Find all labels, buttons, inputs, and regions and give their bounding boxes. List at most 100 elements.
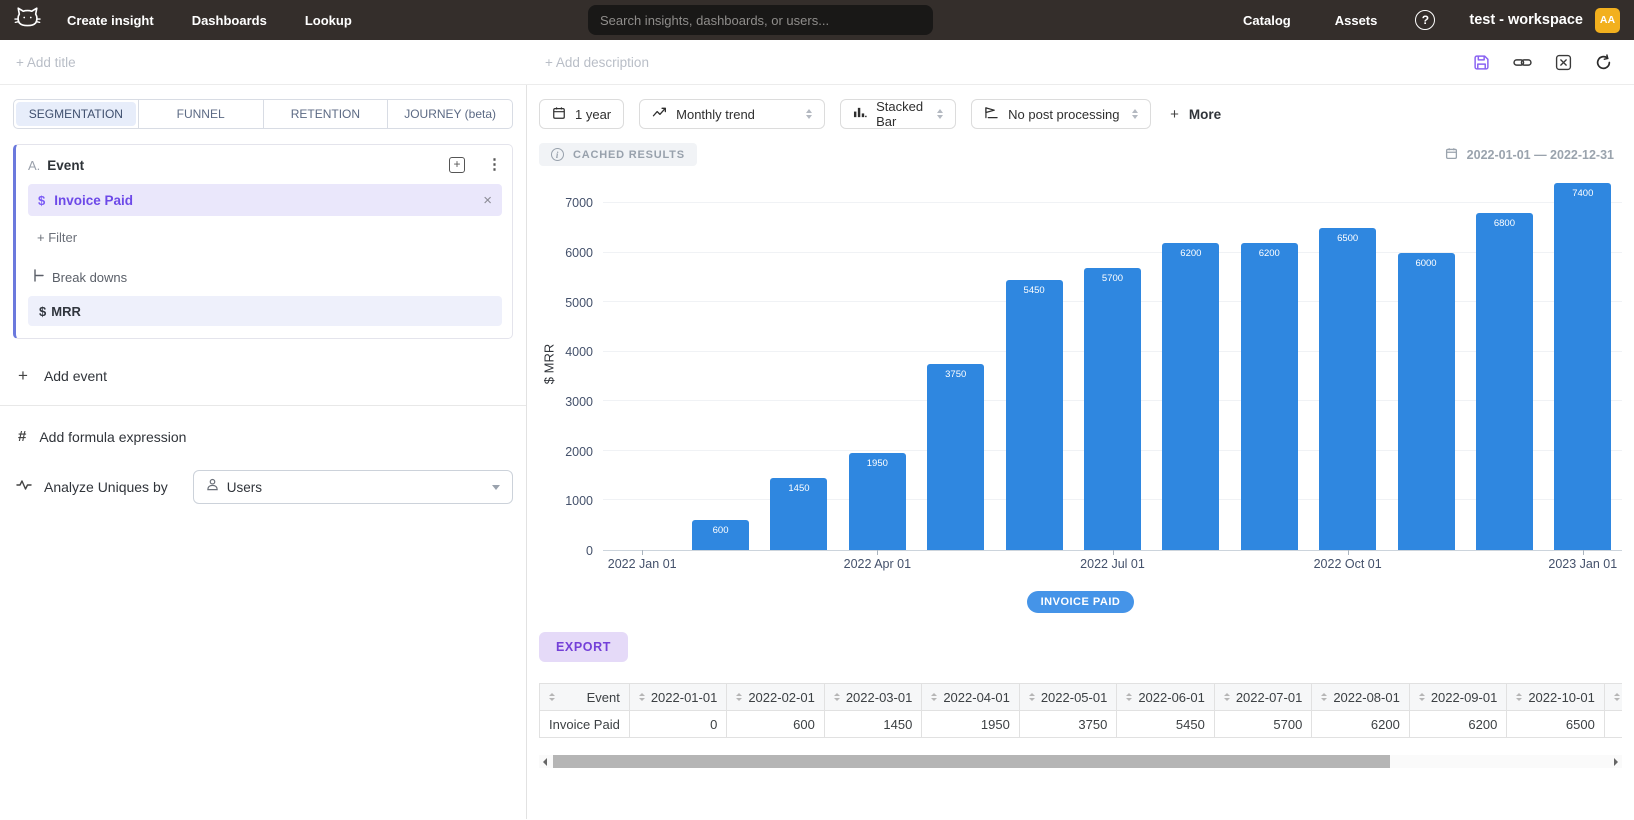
bar-2022-02-01[interactable]: 600 bbox=[692, 520, 749, 550]
scroll-left-arrow[interactable] bbox=[539, 755, 551, 768]
bar-2022-06-01[interactable]: 5450 bbox=[1006, 280, 1063, 550]
sort-icon[interactable] bbox=[1224, 693, 1230, 701]
tab-segmentation[interactable]: SEGMENTATION bbox=[14, 100, 139, 128]
export-button[interactable]: EXPORT bbox=[539, 632, 628, 662]
bar-2022-08-01[interactable]: 6200 bbox=[1162, 243, 1219, 550]
bar-2022-04-01[interactable]: 1950 bbox=[849, 453, 906, 550]
sort-icon[interactable] bbox=[931, 693, 937, 701]
table-header-2022-09-01[interactable]: 2022-09-01 bbox=[1409, 684, 1507, 711]
tab-journey[interactable]: JOURNEY (beta) bbox=[388, 100, 512, 128]
dollar-icon: $ bbox=[38, 193, 45, 208]
table-header-2022-11-01[interactable]: 2022-11-01 bbox=[1604, 684, 1622, 711]
table-header-2022-06-01[interactable]: 2022-06-01 bbox=[1117, 684, 1215, 711]
chart-type-value: Stacked Bar bbox=[876, 99, 928, 129]
add-description-field[interactable]: + Add description bbox=[527, 55, 1473, 70]
sort-icon[interactable] bbox=[1516, 693, 1522, 701]
bar-2022-11-01[interactable]: 6000 bbox=[1398, 253, 1455, 550]
scrollbar-track[interactable] bbox=[551, 755, 1610, 768]
sort-icon[interactable] bbox=[736, 693, 742, 701]
bar-2022-12-01[interactable]: 6800 bbox=[1476, 213, 1533, 550]
trend-select[interactable]: Monthly trend bbox=[639, 99, 825, 129]
y-tick-label: 7000 bbox=[565, 196, 593, 210]
table-header-event[interactable]: Event bbox=[540, 684, 630, 711]
select-chevrons-icon bbox=[806, 109, 812, 119]
bar-value-label: 3750 bbox=[927, 369, 984, 380]
avatar[interactable]: AA bbox=[1595, 8, 1620, 33]
bar-2022-07-01[interactable]: 5700 bbox=[1084, 268, 1141, 550]
help-icon[interactable]: ? bbox=[1415, 10, 1435, 30]
table-header-label: 2022-03-01 bbox=[846, 690, 913, 705]
bar-2022-09-01[interactable]: 6200 bbox=[1241, 243, 1298, 550]
duplicate-event-icon[interactable]: + bbox=[449, 157, 465, 173]
chart-type-select[interactable]: Stacked Bar bbox=[840, 99, 956, 129]
add-formula-label: Add formula expression bbox=[39, 429, 186, 445]
calendar-icon bbox=[552, 106, 566, 123]
tab-retention[interactable]: RETENTION bbox=[264, 100, 389, 128]
table-cell: Invoice Paid bbox=[540, 711, 630, 738]
add-title-field[interactable]: + Add title bbox=[0, 55, 527, 70]
bar-2023-01-01[interactable]: 7400 bbox=[1554, 183, 1611, 550]
sort-icon[interactable] bbox=[549, 693, 555, 701]
bar-2022-10-01[interactable]: 6500 bbox=[1319, 228, 1376, 550]
remove-event-icon[interactable]: × bbox=[483, 192, 492, 209]
sort-icon[interactable] bbox=[1419, 693, 1425, 701]
add-filter-button[interactable]: + Filter bbox=[37, 230, 502, 245]
add-formula-button[interactable]: # Add formula expression bbox=[13, 428, 513, 445]
post-processing-select[interactable]: No post processing bbox=[971, 99, 1151, 129]
scrollbar-thumb[interactable] bbox=[553, 755, 1390, 768]
breakdowns-button[interactable]: Break downs bbox=[33, 269, 502, 285]
breakdown-value-name: MRR bbox=[51, 304, 81, 319]
table-header-2022-05-01[interactable]: 2022-05-01 bbox=[1019, 684, 1117, 711]
bar-2022-03-01[interactable]: 1450 bbox=[770, 478, 827, 550]
sort-icon[interactable] bbox=[639, 693, 645, 701]
refresh-icon[interactable] bbox=[1595, 54, 1612, 71]
nav-catalog[interactable]: Catalog bbox=[1243, 13, 1291, 28]
table-header-2022-01-01[interactable]: 2022-01-01 bbox=[629, 684, 727, 711]
sort-icon[interactable] bbox=[834, 693, 840, 701]
bar-value-label: 600 bbox=[692, 525, 749, 536]
sort-icon[interactable] bbox=[1126, 693, 1132, 701]
nav-assets[interactable]: Assets bbox=[1335, 13, 1378, 28]
nav-dashboards[interactable]: Dashboards bbox=[192, 13, 267, 28]
legend-invoice-paid[interactable]: INVOICE PAID bbox=[1027, 591, 1135, 613]
table-header-2022-03-01[interactable]: 2022-03-01 bbox=[824, 684, 922, 711]
x-tick-label: 2022 Apr 01 bbox=[844, 557, 911, 571]
nav-lookup[interactable]: Lookup bbox=[305, 13, 352, 28]
sort-icon[interactable] bbox=[1321, 693, 1327, 701]
save-icon[interactable] bbox=[1473, 54, 1490, 71]
trend-icon bbox=[652, 106, 667, 122]
y-tick-label: 3000 bbox=[565, 395, 593, 409]
table-header-2022-02-01[interactable]: 2022-02-01 bbox=[727, 684, 825, 711]
analyze-uniques-select[interactable]: Users bbox=[193, 470, 513, 504]
workspace-name[interactable]: test - workspace bbox=[1469, 12, 1583, 28]
scroll-right-arrow[interactable] bbox=[1610, 755, 1622, 768]
table-header-2022-08-01[interactable]: 2022-08-01 bbox=[1312, 684, 1410, 711]
date-range-value: 2022-01-01 — 2022-12-31 bbox=[1467, 148, 1614, 162]
results-panel: 1 year Monthly trend bbox=[527, 85, 1634, 819]
app-logo[interactable] bbox=[14, 6, 41, 35]
more-button[interactable]: + More bbox=[1170, 106, 1221, 123]
post-processing-value: No post processing bbox=[1008, 107, 1119, 122]
select-chevrons-icon bbox=[1132, 109, 1138, 119]
bar-value-label: 6200 bbox=[1162, 248, 1219, 259]
date-range-display[interactable]: 2022-01-01 — 2022-12-31 bbox=[1445, 147, 1622, 163]
sort-icon[interactable] bbox=[1614, 693, 1620, 701]
copy-link-icon[interactable] bbox=[1513, 54, 1532, 71]
tab-funnel[interactable]: FUNNEL bbox=[139, 100, 264, 128]
nav-create-insight[interactable]: Create insight bbox=[67, 13, 154, 28]
add-event-button[interactable]: + Add event bbox=[13, 366, 513, 386]
event-menu-icon[interactable]: ⋮ bbox=[487, 157, 502, 173]
selected-event[interactable]: $ Invoice Paid × bbox=[28, 184, 502, 216]
breakdown-value-symbol: $ bbox=[39, 304, 46, 319]
clear-insight-icon[interactable] bbox=[1555, 54, 1572, 71]
x-tick-label: 2022 Jul 01 bbox=[1080, 557, 1145, 571]
time-range-button[interactable]: 1 year bbox=[539, 99, 624, 129]
table-header-2022-07-01[interactable]: 2022-07-01 bbox=[1214, 684, 1312, 711]
sort-icon[interactable] bbox=[1029, 693, 1035, 701]
bar-2022-05-01[interactable]: 3750 bbox=[927, 364, 984, 550]
breakdowns-label: Break downs bbox=[52, 270, 127, 285]
table-header-2022-04-01[interactable]: 2022-04-01 bbox=[922, 684, 1020, 711]
breakdown-value[interactable]: $ MRR bbox=[28, 296, 502, 326]
search-input[interactable] bbox=[588, 5, 933, 35]
table-header-2022-10-01[interactable]: 2022-10-01 bbox=[1507, 684, 1605, 711]
